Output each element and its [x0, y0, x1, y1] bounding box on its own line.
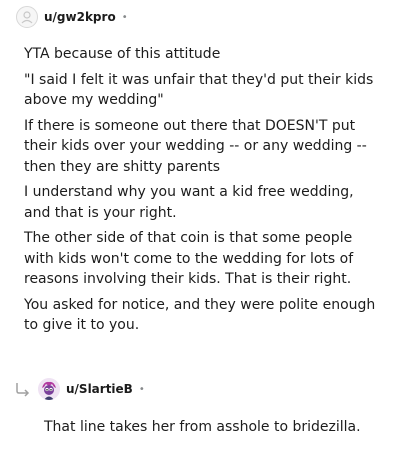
comment-paragraph: You asked for notice, and they were poli…: [24, 296, 376, 334]
reply-arrow-icon: [16, 383, 30, 397]
comment-paragraph: If there is someone out there that DOESN…: [24, 117, 367, 175]
comment-header: u/gw2kpro •: [16, 4, 128, 30]
comment-paragraph: YTA because of this attitude: [24, 46, 221, 62]
comment-paragraph: I understand why you want a kid free wed…: [24, 184, 354, 221]
meta-separator: •: [138, 383, 145, 395]
character-avatar-icon[interactable]: [38, 378, 60, 400]
comment-body: YTA because of this attitude "I said I f…: [24, 44, 376, 341]
reply-header: u/SlartieB •: [14, 376, 145, 402]
default-avatar-icon[interactable]: [16, 6, 38, 28]
comment-username[interactable]: u/gw2kpro: [44, 10, 116, 24]
comment-paragraph: "I said I felt it was unfair that they'd…: [24, 71, 374, 109]
comment-paragraph: The other side of that coin is that some…: [24, 230, 354, 287]
reply-username[interactable]: u/SlartieB: [66, 382, 133, 396]
reply-text: That line takes her from asshole to brid…: [44, 419, 361, 435]
meta-separator: •: [121, 11, 128, 23]
